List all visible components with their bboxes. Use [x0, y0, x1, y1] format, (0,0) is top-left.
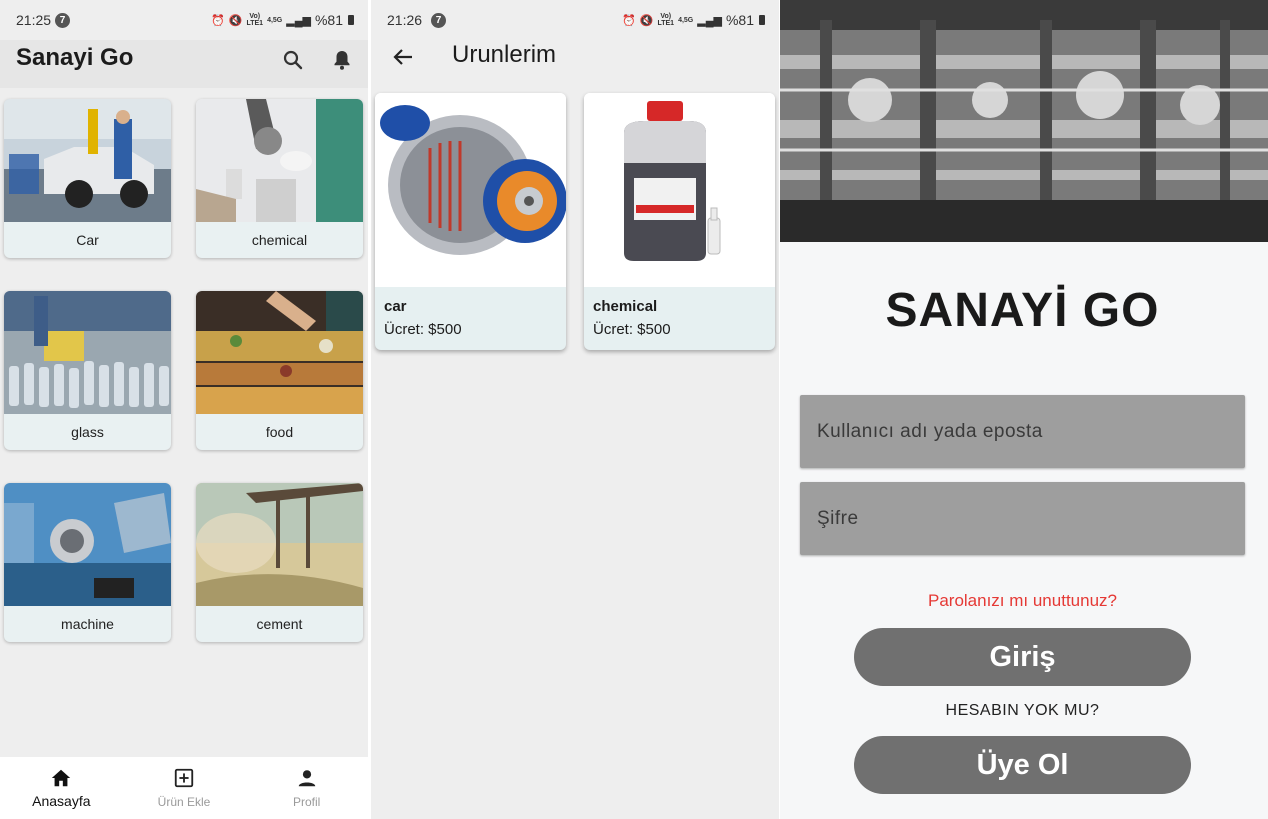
machine-image	[4, 483, 171, 606]
nav-label: Profil	[293, 795, 321, 809]
mute-icon: 🔇	[228, 14, 243, 27]
battery-level: %81	[725, 12, 754, 28]
app-title: Sanayi Go	[16, 44, 134, 71]
alarm-icon: ⏰	[211, 14, 225, 27]
mute-icon: 🔇	[639, 14, 654, 27]
app-bar: Sanayi Go	[0, 40, 368, 88]
notification-count-badge: 7	[55, 13, 70, 28]
battery-icon	[348, 15, 354, 25]
register-button[interactable]: Üye Ol	[854, 736, 1191, 794]
status-indicators: ⏰ 🔇 Vo) LTE1 4,5G ▂▄▆ %81	[622, 12, 765, 28]
nav-label: Ürün Ekle	[157, 795, 211, 809]
username-field[interactable]	[800, 395, 1245, 468]
cement-image	[196, 483, 363, 606]
nav-item-home[interactable]: Anasayfa	[0, 757, 123, 819]
category-card-machine[interactable]: machine	[4, 483, 171, 642]
status-indicators: ⏰ 🔇 Vo) LTE1 4,5G ▂▄▆ %81	[211, 12, 354, 28]
category-card-cement[interactable]: cement	[196, 483, 363, 642]
category-card-food[interactable]: food	[196, 291, 363, 450]
signal-icon: ▂▄▆	[697, 14, 722, 27]
alarm-icon: ⏰	[622, 14, 636, 27]
forgot-password-link[interactable]: Parolanızı mı unuttunuz?	[780, 591, 1265, 611]
back-arrow-icon[interactable]	[391, 45, 415, 69]
category-card-chemical[interactable]: chemical	[196, 99, 363, 258]
category-label: cement	[256, 616, 303, 632]
category-label: glass	[71, 424, 104, 440]
network-speed-label: 4,5G	[267, 16, 283, 24]
nav-label: Anasayfa	[32, 793, 91, 809]
category-label: machine	[61, 616, 114, 632]
network-label: Vo) LTE1	[657, 13, 675, 27]
login-button[interactable]: Giriş	[854, 628, 1191, 686]
industrial-pipes-image	[780, 0, 1268, 242]
network-speed-label: 4,5G	[678, 16, 694, 24]
status-time: 21:26	[387, 12, 423, 28]
home-screen: 21:25 7 ⏰ 🔇 Vo) LTE1 4,5G ▂▄▆ %81 Sanayi …	[0, 0, 368, 819]
no-account-text: HESABIN YOK MU?	[945, 702, 1100, 719]
glass-bottles-image	[4, 291, 171, 414]
alternator-image	[375, 93, 566, 287]
login-screen: SANAYİ GO Parolanızı mı unuttunuz? Giriş…	[780, 0, 1268, 819]
app-bar: Urunlerim	[371, 33, 779, 81]
category-label: food	[265, 424, 294, 440]
password-field[interactable]	[800, 482, 1245, 555]
category-label: chemical	[251, 232, 308, 248]
product-card-chemical[interactable]: chemical Ücret: $500	[584, 93, 775, 350]
person-icon	[298, 770, 315, 787]
network-label: Vo) LTE1	[246, 13, 264, 27]
car-factory-image	[4, 99, 171, 222]
product-price: Ücret: $500	[384, 321, 462, 338]
product-card-car[interactable]: car Ücret: $500	[375, 93, 566, 350]
battery-level: %81	[314, 12, 343, 28]
chemical-lab-image	[196, 99, 363, 222]
search-icon[interactable]	[281, 48, 305, 72]
page-title: Urunlerim	[452, 41, 557, 68]
nav-item-profile[interactable]: Profil	[245, 757, 368, 819]
bottom-navigation: Anasayfa Ürün Ekle Profil	[0, 757, 368, 819]
products-screen: 21:26 7 ⏰ 🔇 Vo) LTE1 4,5G ▂▄▆ %81 Urunler…	[371, 0, 779, 819]
add-box-icon	[174, 768, 194, 788]
resin-bottle-image	[584, 93, 775, 287]
battery-icon	[759, 15, 765, 25]
category-card-car[interactable]: Car	[4, 99, 171, 258]
brand-title: SANAYİ GO	[885, 284, 1160, 337]
category-card-glass[interactable]: glass	[4, 291, 171, 450]
status-bar: 21:25 7 ⏰ 🔇 Vo) LTE1 4,5G ▂▄▆ %81	[0, 0, 368, 40]
password-input[interactable]	[800, 482, 1245, 555]
username-input[interactable]	[800, 395, 1245, 468]
product-name: car	[384, 298, 407, 315]
category-label: Car	[76, 232, 99, 248]
notification-bell-icon[interactable]	[330, 48, 354, 72]
status-time: 21:25	[16, 12, 52, 28]
product-price: Ücret: $500	[593, 321, 671, 338]
product-name: chemical	[593, 298, 658, 315]
food-buffet-image	[196, 291, 363, 414]
signal-icon: ▂▄▆	[286, 14, 311, 27]
nav-item-add-product[interactable]: Ürün Ekle	[123, 757, 246, 819]
notification-count-badge: 7	[431, 13, 446, 28]
home-icon	[52, 769, 71, 787]
